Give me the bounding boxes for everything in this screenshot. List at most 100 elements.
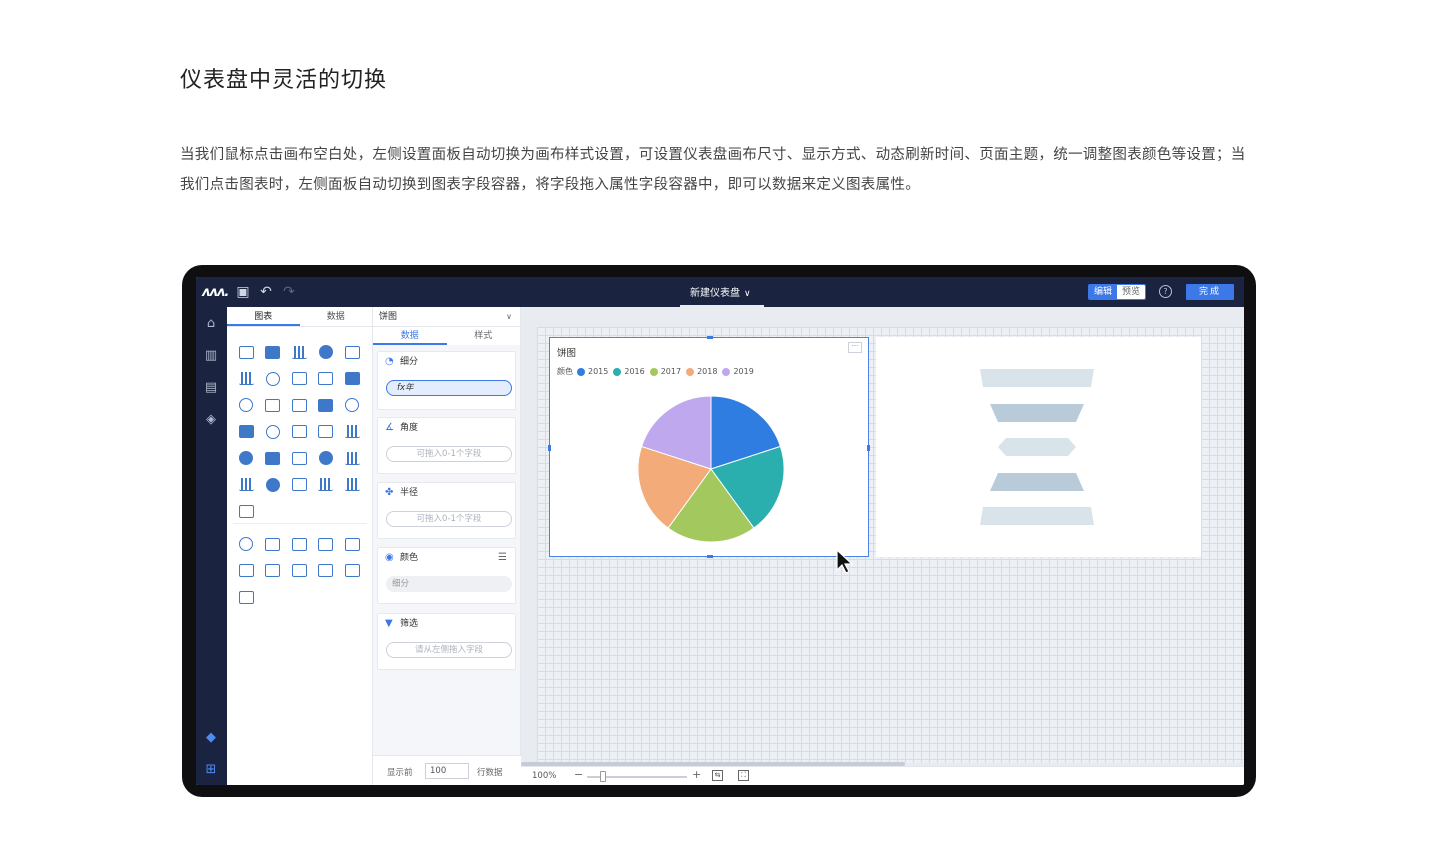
fullscreen-icon[interactable]: ⛶ — [738, 770, 749, 781]
zoom-slider-thumb[interactable] — [600, 771, 606, 782]
diamond-icon[interactable]: ◆ — [202, 729, 220, 747]
resize-handle-top[interactable] — [707, 336, 713, 339]
range-control-icon[interactable] — [286, 558, 313, 585]
zoom-bar: 100% − + ⇆ ⛶ — [521, 766, 1244, 785]
boxplot-chart-icon[interactable] — [233, 472, 260, 499]
filter-drop-zone[interactable]: 请从左侧拖入字段 — [386, 642, 512, 658]
tab-data[interactable]: 数据 — [300, 307, 373, 326]
text-widget-icon[interactable] — [260, 558, 287, 585]
column-chart-icon[interactable] — [286, 339, 313, 366]
waterfall-chart-icon[interactable] — [339, 445, 366, 472]
location-map-icon[interactable] — [260, 419, 287, 446]
tab-props-style[interactable]: 样式 — [447, 327, 521, 345]
sankey-chart-icon[interactable] — [286, 392, 313, 419]
row-limit-bar: 显示前 100 行数据 — [373, 755, 521, 785]
pivot-table-icon[interactable] — [260, 339, 287, 366]
breakdown-field-chip[interactable]: fx年 — [386, 380, 512, 396]
table-chart-icon[interactable] — [233, 339, 260, 366]
funnel-chart-icon[interactable] — [339, 366, 366, 393]
dropdown-control-icon[interactable] — [313, 531, 340, 558]
filter-icon: ▼ — [385, 618, 393, 629]
breakdown-label: 细分 — [400, 357, 419, 367]
kpi-card-icon[interactable] — [286, 419, 313, 446]
props-tabs: 数据 样式 — [373, 327, 520, 345]
angle-card: ∡ 角度 可拖入0-1个字段 — [377, 417, 516, 474]
placeholder-shape-1 — [980, 369, 1094, 387]
resize-handle-left[interactable] — [548, 445, 551, 451]
radio-control-icon[interactable] — [233, 531, 260, 558]
mode-toggle[interactable]: 编辑 预览 — [1088, 284, 1147, 300]
gauge-chart-icon[interactable] — [233, 392, 260, 419]
stacked-bar-icon[interactable] — [260, 392, 287, 419]
page-title: 仪表盘中灵活的切换 — [180, 68, 388, 93]
resize-handle-right[interactable] — [867, 445, 870, 451]
checkbox-control-icon[interactable] — [260, 531, 287, 558]
image-widget-icon[interactable] — [233, 558, 260, 585]
heatmap-icon[interactable] — [313, 392, 340, 419]
region-map-icon[interactable] — [313, 419, 340, 446]
undo-icon[interactable]: ↶ — [257, 283, 275, 301]
chart-type-select[interactable]: 饼图 ∨ — [373, 307, 520, 327]
dot-matrix-icon[interactable] — [286, 472, 313, 499]
properties-panel: 饼图 ∨ 数据 样式 ◔ 细分 fx年 ∡ 角度 可拖入0-1个字段 ✤ 半径 … — [373, 307, 521, 785]
angle-header: ∡ 角度 — [378, 418, 515, 438]
pie-chart-icon[interactable] — [313, 339, 340, 366]
app-screen: ʌʌʌ. ▣ ↶ ↷ 新建仪表盘 ∨ 编辑 预览 ? 完成 ⌂ ▥ ▤ ◈ ◆ ⊞ — [196, 277, 1244, 785]
menu-icon[interactable]: ☰ — [498, 548, 507, 568]
line-chart-icon[interactable] — [339, 339, 366, 366]
sunburst-chart-icon[interactable] — [233, 445, 260, 472]
radial-chart-icon[interactable] — [313, 445, 340, 472]
chevron-down-icon: ∨ — [744, 289, 751, 299]
cluster-chart-icon[interactable] — [339, 392, 366, 419]
filter-label: 筛选 — [400, 619, 419, 629]
number-widget-icon[interactable] — [313, 558, 340, 585]
cube-icon[interactable]: ◈ — [202, 411, 220, 429]
zoom-out-button[interactable]: − — [574, 768, 583, 781]
app-logo[interactable]: ʌʌʌ. — [202, 285, 229, 300]
color-field-chip[interactable]: 细分 — [386, 576, 512, 592]
candlestick-icon[interactable] — [313, 472, 340, 499]
radius-drop-zone[interactable]: 可拖入0-1个字段 — [386, 511, 512, 527]
color-card: ◉ 颜色 ☰ 细分 — [377, 547, 516, 604]
bar-chart-icon[interactable]: ▥ — [202, 347, 220, 365]
row-count-input[interactable]: 100 — [425, 763, 469, 779]
video-widget-icon[interactable] — [339, 558, 366, 585]
scatter-chart-icon[interactable] — [286, 366, 313, 393]
placeholder-chart-widget[interactable] — [876, 337, 1201, 557]
bubble-chart-icon[interactable] — [260, 472, 287, 499]
word-cloud-icon[interactable] — [233, 498, 260, 525]
donut-chart-icon[interactable] — [260, 366, 287, 393]
pie-chart-widget[interactable]: 饼图 ··· 颜色 2015 2016 2017 2018 2019 — [548, 336, 870, 574]
preview-mode-button[interactable]: 预览 — [1117, 285, 1146, 299]
dashboard-icon[interactable]: ▤ — [202, 379, 220, 397]
redo-icon[interactable]: ↷ — [280, 283, 298, 301]
add-icon[interactable]: ⊞ — [202, 761, 220, 779]
home-icon[interactable]: ⌂ — [202, 315, 220, 333]
left-nav: ⌂ ▥ ▤ ◈ ◆ ⊞ — [196, 307, 227, 785]
save-icon[interactable]: ▣ — [234, 283, 252, 301]
date-control-icon[interactable] — [339, 531, 366, 558]
done-button[interactable]: 完成 — [1186, 284, 1234, 300]
fit-width-icon[interactable]: ⇆ — [712, 770, 723, 781]
input-control-icon[interactable] — [286, 531, 313, 558]
edit-mode-button[interactable]: 编辑 — [1089, 285, 1118, 299]
combo-chart-icon[interactable] — [233, 366, 260, 393]
histogram-icon[interactable] — [339, 472, 366, 499]
palette-tabs: 图表 数据 — [227, 307, 372, 327]
china-map-icon[interactable] — [260, 445, 287, 472]
button-widget-icon[interactable] — [233, 584, 260, 611]
help-icon[interactable]: ? — [1159, 285, 1172, 298]
dot-plot-icon[interactable] — [313, 366, 340, 393]
radius-card: ✤ 半径 可拖入0-1个字段 — [377, 482, 516, 539]
filter-header: ▼ 筛选 — [378, 614, 515, 634]
zoom-in-button[interactable]: + — [692, 768, 701, 781]
dashboard-canvas[interactable]: 饼图 ··· 颜色 2015 2016 2017 2018 2019 100% … — [521, 307, 1244, 785]
dashboard-title-dropdown[interactable]: 新建仪表盘 ∨ — [690, 284, 751, 299]
map-chart-icon[interactable] — [233, 419, 260, 446]
bar-group-icon[interactable] — [339, 419, 366, 446]
angle-drop-zone[interactable]: 可拖入0-1个字段 — [386, 446, 512, 462]
resize-handle-bottom[interactable] — [707, 555, 713, 558]
tab-props-data[interactable]: 数据 — [373, 327, 447, 345]
gantt-chart-icon[interactable] — [286, 445, 313, 472]
tab-charts[interactable]: 图表 — [227, 307, 300, 326]
